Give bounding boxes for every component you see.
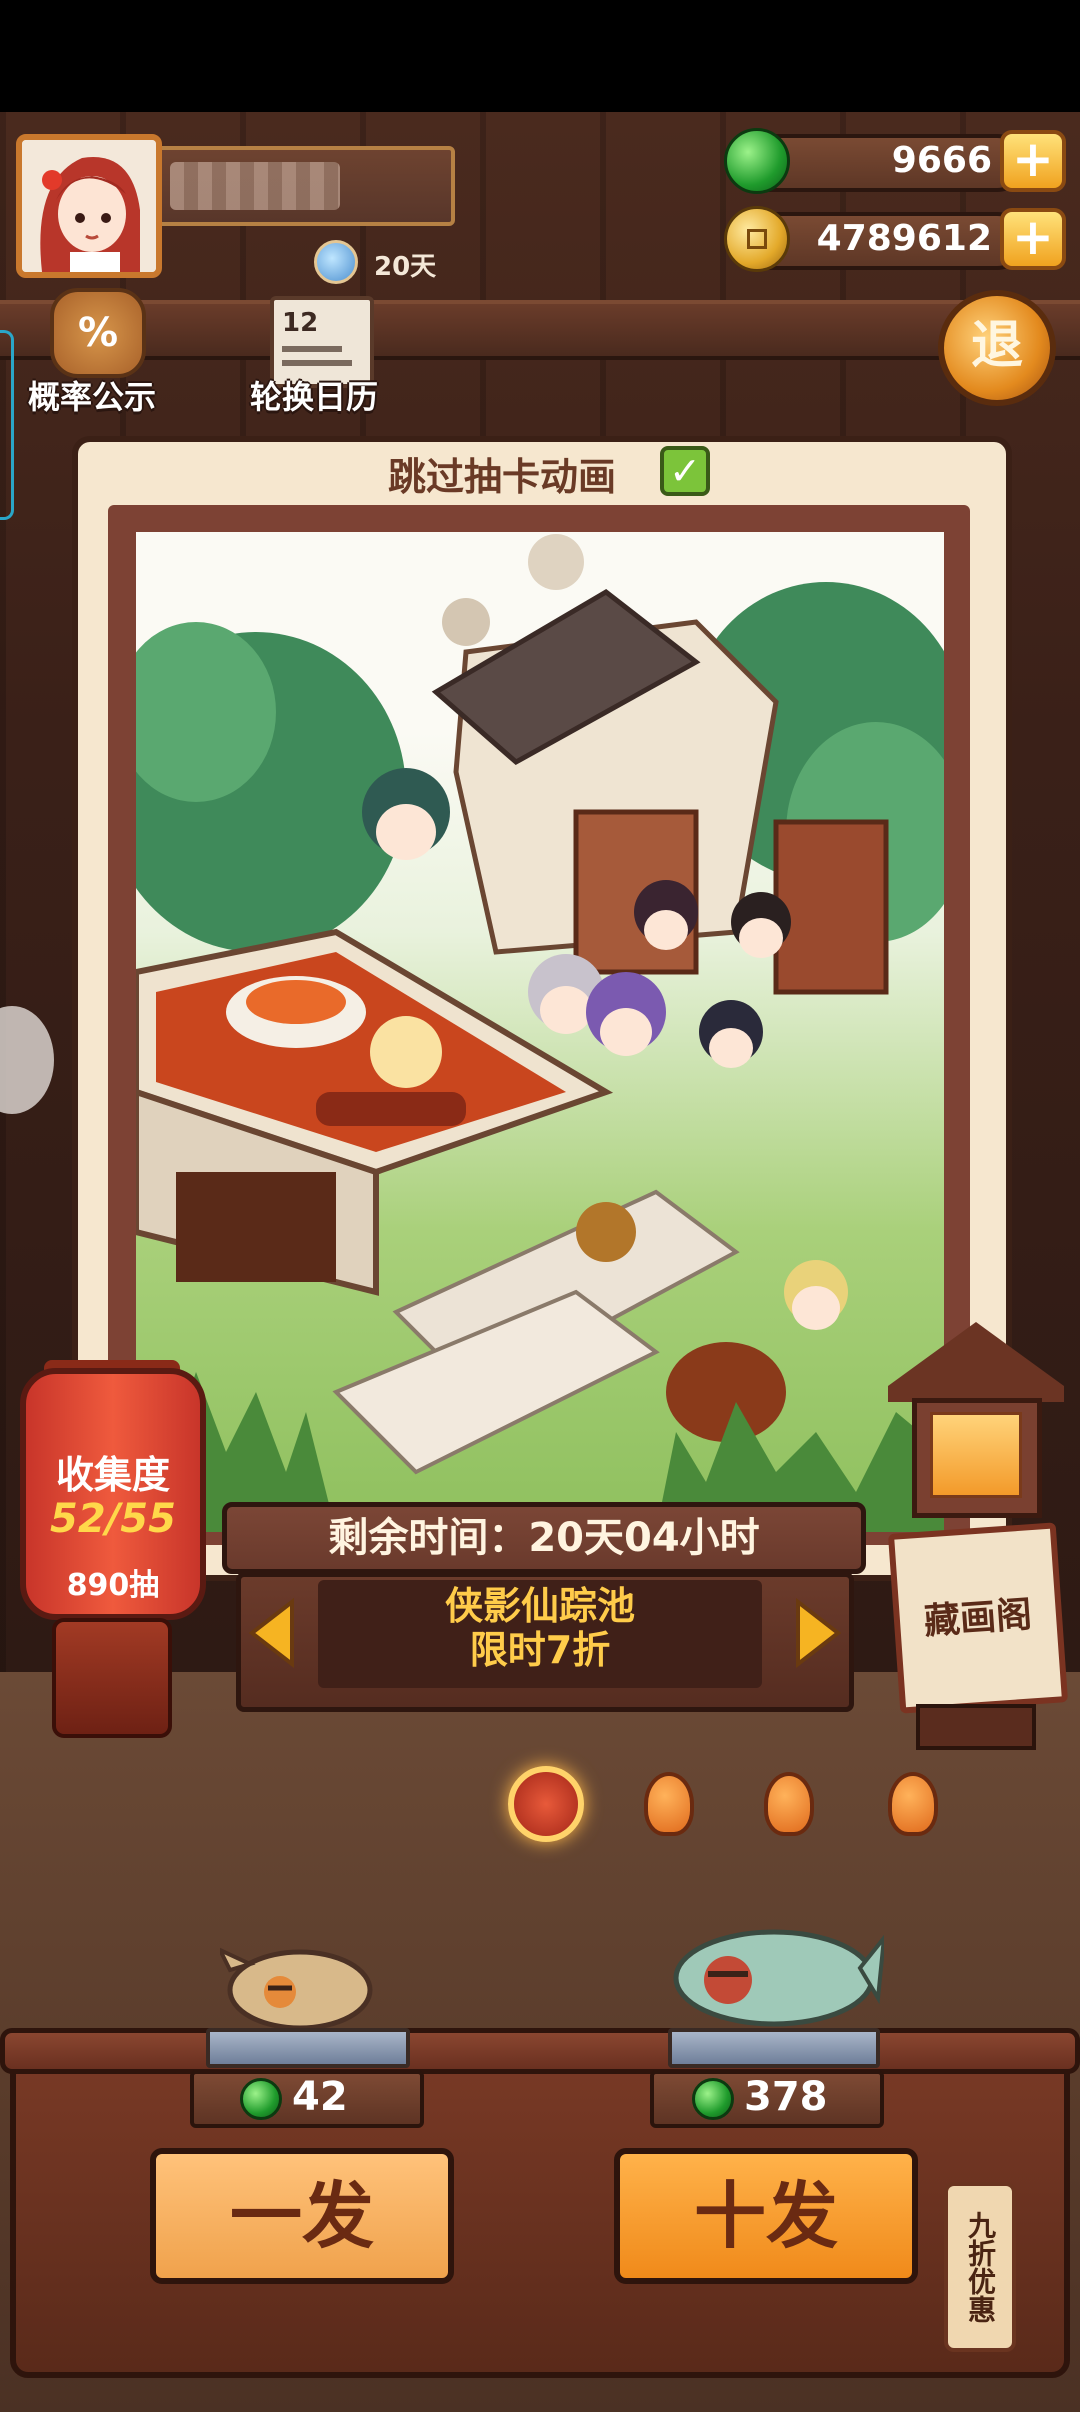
discount-tag: 九折优惠	[944, 2182, 1016, 2352]
single-draw-jade-icon	[240, 2078, 282, 2120]
days-hourglass-icon	[314, 240, 358, 284]
pool-name: 侠影仙踪池 限时7折	[318, 1584, 762, 1672]
ten-draw-jade-icon	[692, 2078, 734, 2120]
player-avatar[interactable]	[16, 134, 162, 278]
banner-illustration	[136, 534, 944, 1532]
probability-label[interactable]: 概率公示	[28, 372, 156, 418]
page-indicator-active[interactable]	[508, 1766, 584, 1842]
add-jade-button[interactable]: +	[1000, 130, 1066, 192]
single-draw-button[interactable]: 一发	[150, 2148, 454, 2284]
remaining-time: 剩余时间：20天04小时	[222, 1502, 866, 1574]
page-indicator[interactable]	[644, 1772, 694, 1836]
single-draw-cost: 42	[292, 2074, 348, 2120]
ten-draw-book	[668, 2028, 880, 2068]
previous-pool-arrow-icon[interactable]	[246, 1598, 298, 1668]
avatar-portrait-icon	[22, 140, 156, 272]
pool-title: 侠影仙踪池	[444, 1584, 635, 1628]
roof-beam	[0, 300, 1080, 360]
collection-label: 收集度	[55, 1453, 170, 1497]
collection-progress: 52/55	[50, 1496, 176, 1542]
status-bar-area	[0, 0, 1080, 112]
banner-artwork	[136, 532, 944, 1532]
days-played: 20天	[374, 252, 437, 282]
ten-draw-button[interactable]: 十发	[614, 2148, 918, 2284]
ten-draw-fish-icon	[673, 1929, 884, 2027]
ten-draw-cost: 378	[744, 2074, 828, 2120]
pavilion-base	[916, 1704, 1036, 1750]
page-indicator[interactable]	[888, 1772, 938, 1836]
skip-animation-label: 跳过抽卡动画	[388, 455, 617, 499]
jade-balance: 9666	[891, 140, 992, 181]
calendar-label[interactable]: 轮换日历	[250, 372, 378, 418]
single-draw-fish-icon	[220, 1947, 373, 2030]
exit-button[interactable]: 退	[938, 290, 1056, 406]
gallery-button[interactable]: 藏画阁	[887, 1522, 1069, 1714]
player-name-redacted	[170, 162, 340, 210]
pool-discount: 限时7折	[469, 1628, 611, 1672]
shelf-top	[0, 2028, 1080, 2074]
probability-icon[interactable]: %	[50, 288, 146, 378]
add-coins-button[interactable]: +	[1000, 208, 1066, 270]
coin-balance: 4789612	[816, 218, 992, 259]
calendar-number: 12	[282, 308, 319, 338]
skip-animation-checkbox[interactable]: ✓	[660, 446, 710, 496]
pavilion-window-icon	[930, 1412, 1022, 1498]
lantern-stand	[52, 1618, 172, 1738]
total-draws: 890抽	[66, 1568, 160, 1603]
next-pool-arrow-icon[interactable]	[792, 1598, 844, 1668]
side-panel-tab[interactable]	[0, 330, 14, 520]
single-draw-book	[206, 2028, 410, 2068]
page-indicator[interactable]	[764, 1772, 814, 1836]
